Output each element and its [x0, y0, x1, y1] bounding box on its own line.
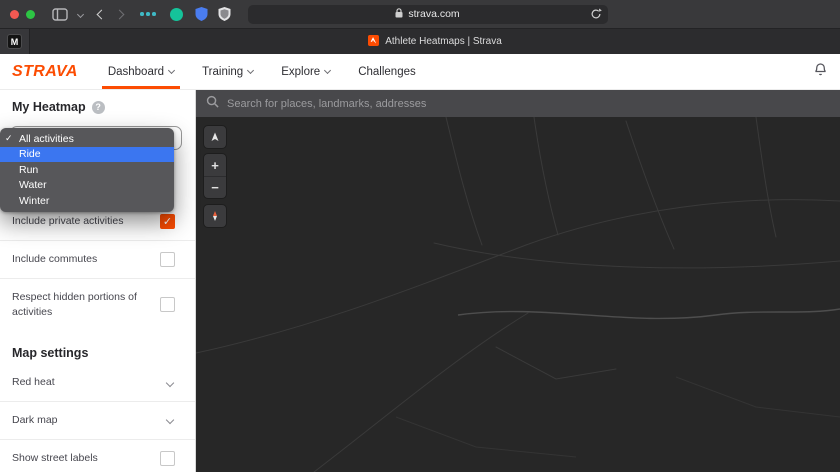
- dropdown-item-run[interactable]: ✓ Run: [0, 162, 174, 178]
- grammarly-extension-icon[interactable]: [170, 8, 183, 21]
- checkmark-icon: ✓: [5, 133, 15, 144]
- main-nav: Dashboard Training Explore Challenges: [108, 54, 416, 89]
- chevron-down-icon: [166, 416, 174, 424]
- heatmap-options: Include private activities ✓ Include com…: [0, 203, 195, 330]
- select-map-style[interactable]: Dark map: [0, 402, 195, 440]
- zoom-out-button[interactable]: −: [204, 176, 226, 198]
- help-icon[interactable]: ?: [92, 101, 105, 114]
- activity-type-dropdown: ✓ All activities ✓ Ride ✓ Run ✓ Water ✓ …: [0, 128, 174, 212]
- nav-item-training[interactable]: Training: [202, 54, 253, 89]
- tab-title: Athlete Heatmaps | Strava: [385, 36, 502, 47]
- dropdown-item-water[interactable]: ✓ Water: [0, 178, 174, 194]
- url-text: strava.com: [408, 8, 459, 20]
- chevron-down-icon: [168, 66, 175, 73]
- zoom-in-button[interactable]: +: [204, 154, 226, 176]
- forward-button[interactable]: [115, 9, 125, 19]
- page-content: My Heatmap ? ✓ All activities ✓ Ride ✓ R…: [0, 90, 840, 472]
- map-canvas[interactable]: + −: [196, 117, 840, 472]
- notifications-bell-icon[interactable]: [813, 61, 828, 82]
- strava-favicon-icon: [368, 35, 379, 49]
- sidebar-chevron-icon[interactable]: [78, 12, 83, 17]
- map-roads: [196, 117, 840, 472]
- back-button[interactable]: [97, 9, 107, 19]
- checkbox-respect-hidden[interactable]: ✓: [160, 297, 175, 312]
- compass-control: [204, 205, 226, 227]
- geolocate-control: [204, 126, 226, 148]
- lock-icon: [395, 8, 403, 21]
- chevron-down-icon: [247, 66, 254, 73]
- zoom-control: + −: [204, 154, 226, 198]
- checkbox-include-private[interactable]: ✓: [160, 214, 175, 229]
- dropdown-item-winter[interactable]: ✓ Winter: [0, 193, 174, 209]
- map-column: + −: [196, 90, 840, 472]
- option-street-labels[interactable]: Show street labels ✓: [0, 440, 195, 472]
- extension-dots-icon[interactable]: [140, 12, 156, 16]
- active-tab[interactable]: Athlete Heatmaps | Strava: [30, 29, 840, 54]
- dropdown-item-all-activities[interactable]: ✓ All activities: [0, 131, 174, 147]
- pinned-tab-favicon: M: [7, 34, 22, 49]
- pinned-tab[interactable]: M: [0, 29, 30, 54]
- nav-item-explore[interactable]: Explore: [281, 54, 330, 89]
- zoom-window-button[interactable]: [26, 10, 35, 19]
- checkbox-street-labels[interactable]: ✓: [160, 451, 175, 466]
- browser-toolbar: strava.com: [0, 0, 840, 28]
- nav-item-challenges[interactable]: Challenges: [358, 54, 416, 89]
- close-window-button[interactable]: [10, 10, 19, 19]
- geolocate-button[interactable]: [204, 126, 226, 148]
- strava-logo[interactable]: STRAVA: [12, 63, 78, 81]
- dropdown-item-ride[interactable]: ✓ Ride: [0, 147, 174, 163]
- option-include-commutes[interactable]: Include commutes ✓: [0, 241, 195, 279]
- sidebar-toggle-icon[interactable]: [52, 8, 68, 21]
- reload-icon[interactable]: [590, 8, 602, 23]
- option-respect-hidden[interactable]: Respect hidden portions of activities ✓: [0, 279, 195, 330]
- chevron-down-icon: [166, 378, 174, 386]
- window-controls: [10, 10, 35, 19]
- site-header: STRAVA Dashboard Training Explore Challe…: [0, 54, 840, 90]
- nav-item-dashboard[interactable]: Dashboard: [108, 54, 174, 89]
- search-icon: [206, 95, 219, 113]
- heatmap-sidebar: My Heatmap ? ✓ All activities ✓ Ride ✓ R…: [0, 90, 196, 472]
- chevron-down-icon: [324, 66, 331, 73]
- sidebar-title: My Heatmap ?: [0, 90, 195, 120]
- select-heat-color[interactable]: Red heat: [0, 364, 195, 402]
- checkbox-include-commutes[interactable]: ✓: [160, 252, 175, 267]
- search-input[interactable]: [227, 98, 830, 110]
- compass-button[interactable]: [204, 205, 226, 227]
- browser-tabstrip: M Athlete Heatmaps | Strava: [0, 28, 840, 54]
- map-search-bar: [196, 90, 840, 117]
- privacy-badge-icon[interactable]: [218, 7, 231, 21]
- shield-extension-icon[interactable]: [195, 7, 208, 21]
- map-settings-title: Map settings: [0, 330, 195, 364]
- address-bar[interactable]: strava.com: [248, 5, 608, 24]
